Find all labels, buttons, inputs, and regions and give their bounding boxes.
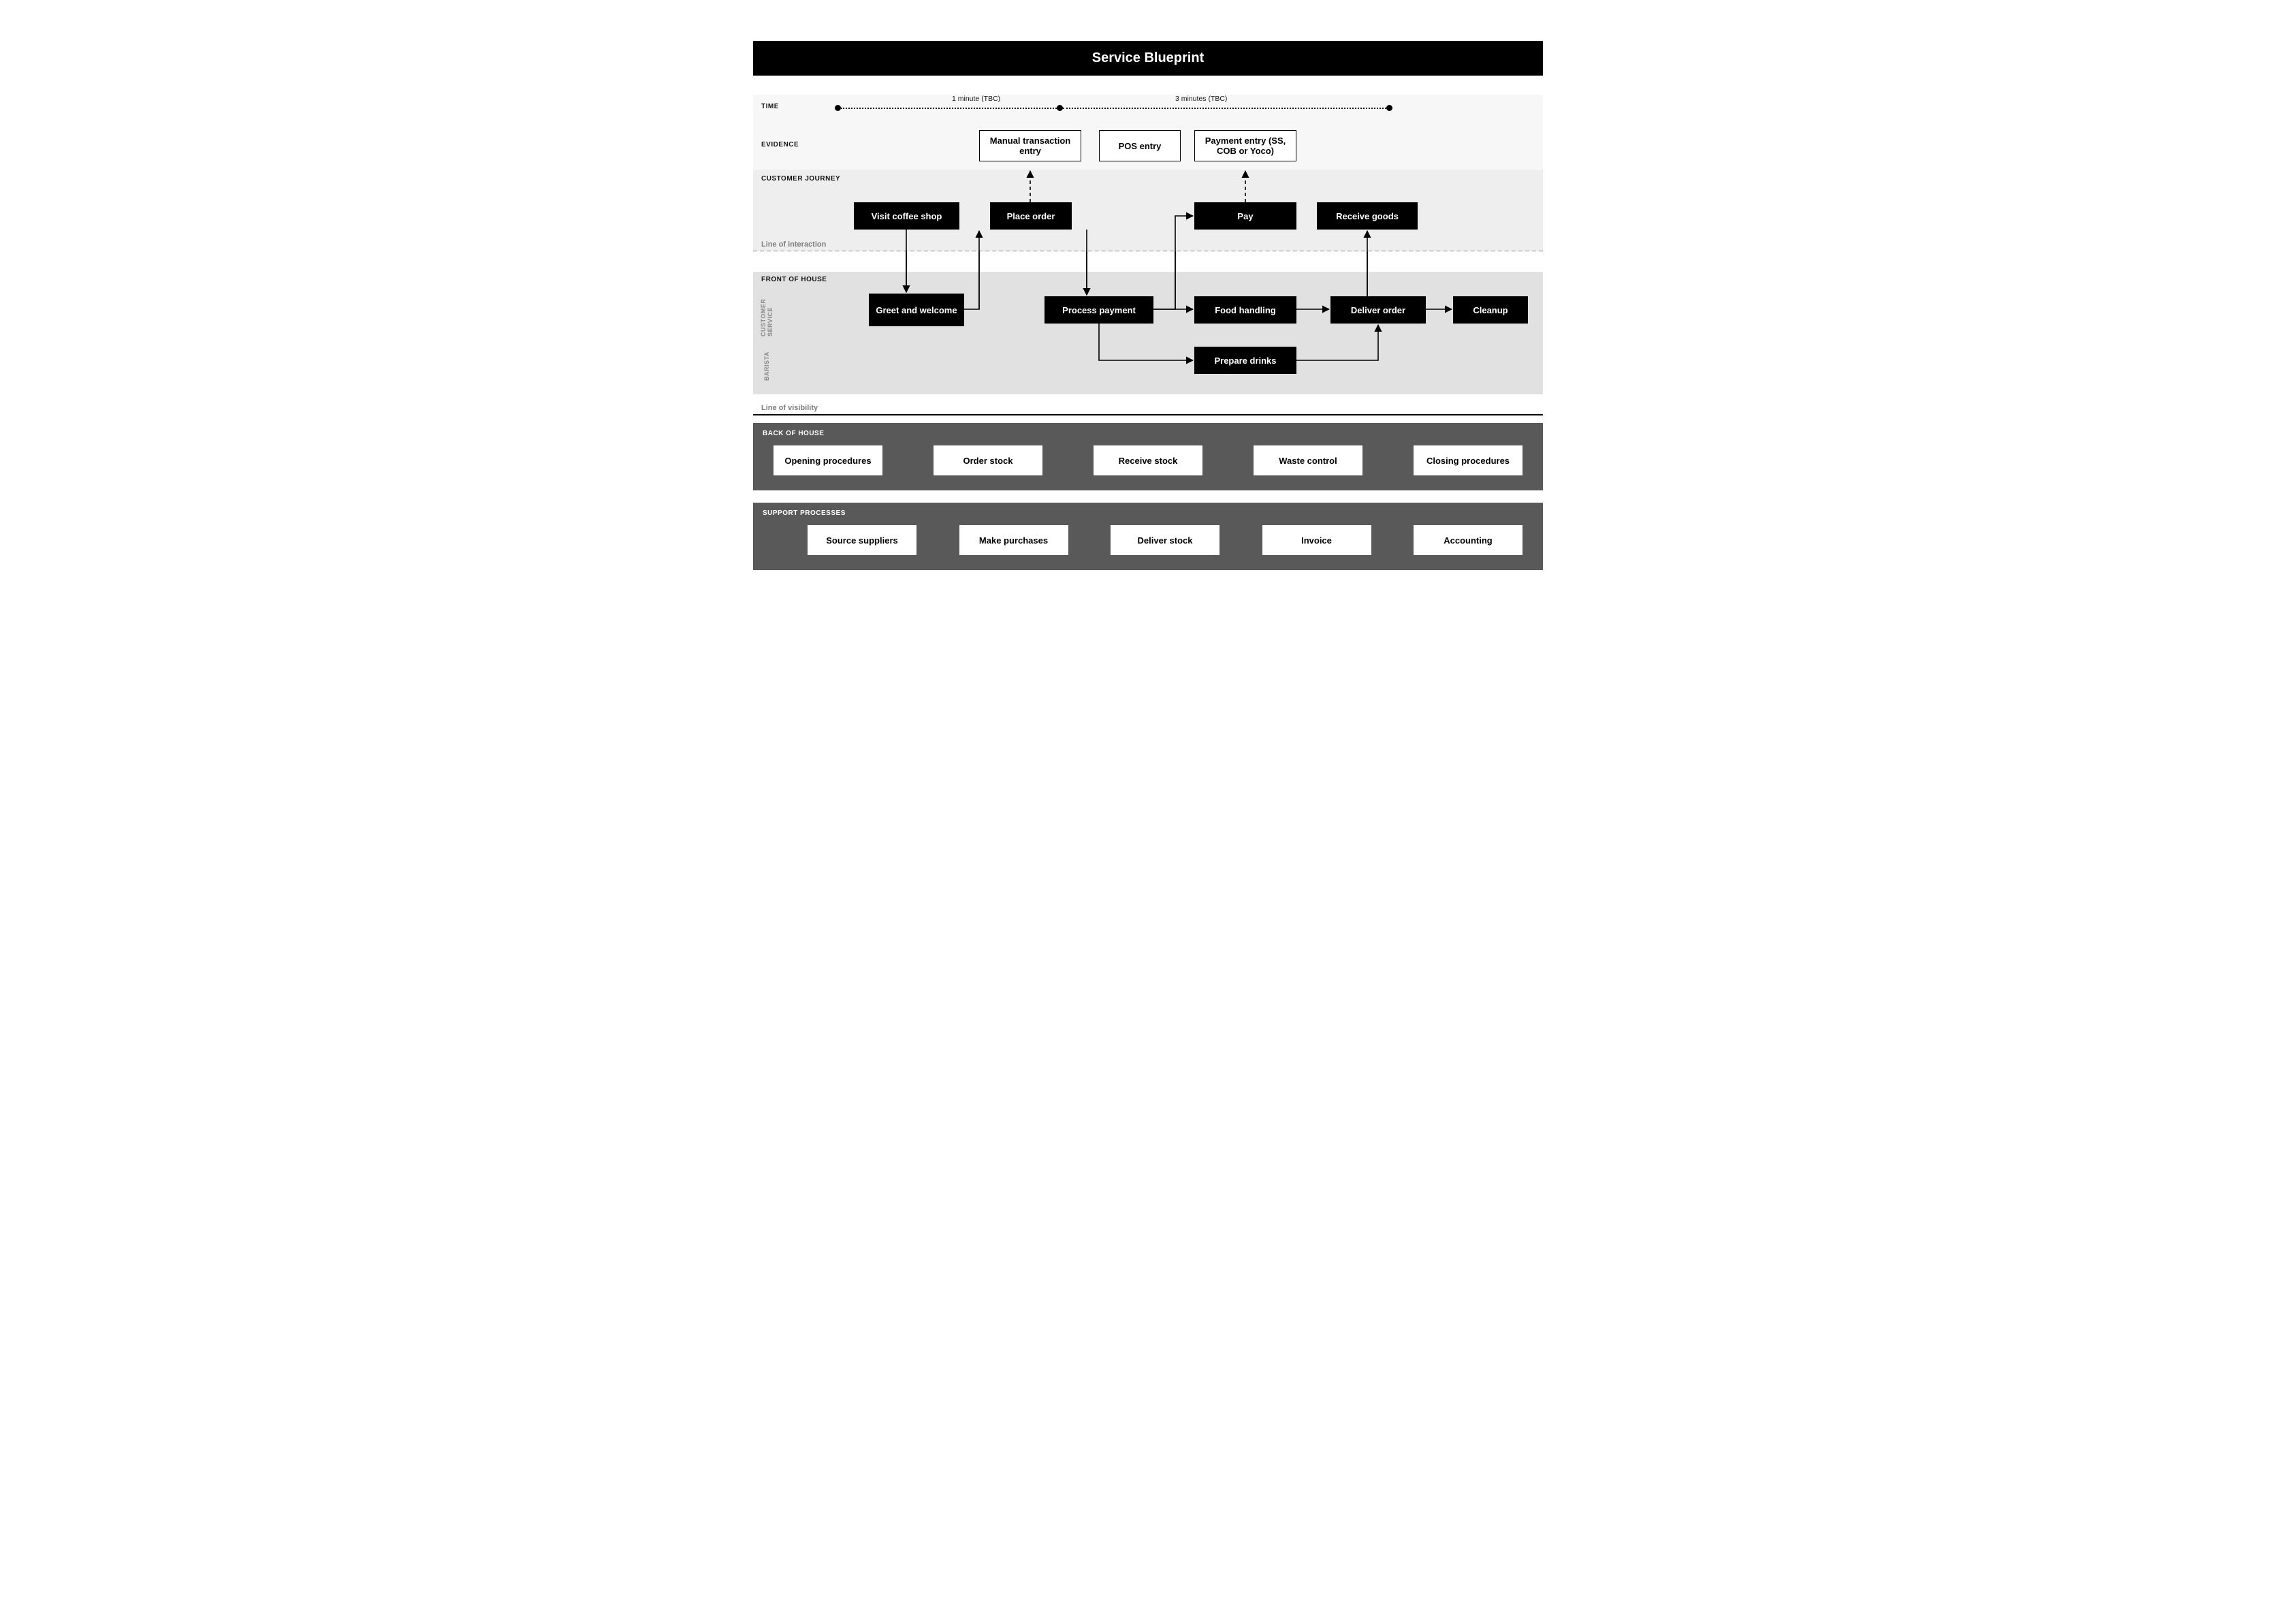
lane-label-time: TIME [761,103,779,110]
time-track-2 [1063,108,1386,109]
evidence-manual: Manual transaction entry [979,130,1081,161]
support-deliver: Deliver stock [1111,525,1219,555]
sublabel-barista: BARISTA [763,351,770,381]
line-of-visibility-label: Line of visibility [761,404,818,412]
front-deliver: Deliver order [1330,296,1426,324]
support-invoice: Invoice [1262,525,1371,555]
blueprint-frame: Service Blueprint TIME 1 minute (TBC) 3 … [753,41,1543,570]
time-label-1: 1 minute (TBC) [952,95,1000,103]
lane-back-of-house: BACK OF HOUSE Opening procedures Order s… [753,423,1543,490]
front-process: Process payment [1045,296,1153,324]
journey-receive: Receive goods [1317,202,1418,230]
time-dot-end [1386,105,1392,111]
time-label-2: 3 minutes (TBC) [1175,95,1227,103]
time-dot-start [835,105,841,111]
lane-front-of-house: FRONT OF HOUSE CUSTOMER SERVICE BARISTA … [753,272,1543,394]
support-accounting: Accounting [1414,525,1522,555]
support-make: Make purchases [959,525,1068,555]
evidence-pos: POS entry [1099,130,1181,161]
back-waste-control: Waste control [1254,445,1362,475]
diagram-title: Service Blueprint [753,41,1543,76]
lane-label-journey: CUSTOMER JOURNEY [761,175,840,183]
support-source: Source suppliers [808,525,916,555]
lane-label-front: FRONT OF HOUSE [761,276,827,283]
back-closing: Closing procedures [1414,445,1522,475]
lane-time: TIME 1 minute (TBC) 3 minutes (TBC) [753,95,1543,122]
journey-pay: Pay [1194,202,1296,230]
journey-visit: Visit coffee shop [854,202,959,230]
back-opening: Opening procedures [774,445,882,475]
front-greet: Greet and welcome [869,294,964,326]
line-of-visibility [753,414,1543,415]
front-food: Food handling [1194,296,1296,324]
interaction-gap [753,251,1543,272]
front-cleanup: Cleanup [1453,296,1528,324]
lane-customer-journey: CUSTOMER JOURNEY Visit coffee shop Place… [753,170,1543,251]
line-of-interaction-label: Line of interaction [761,240,826,249]
front-prepare: Prepare drinks [1194,347,1296,374]
lane-label-back: BACK OF HOUSE [753,423,1543,437]
back-order-stock: Order stock [934,445,1042,475]
lane-support-processes: SUPPORT PROCESSES Source suppliers Make … [753,503,1543,570]
time-track-1 [841,108,1057,109]
journey-place: Place order [990,202,1072,230]
time-dot-mid [1057,105,1063,111]
lane-label-evidence: EVIDENCE [761,141,799,148]
lane-label-support: SUPPORT PROCESSES [753,503,1543,517]
lane-evidence: EVIDENCE Manual transaction entry POS en… [753,122,1543,170]
sublabel-customer-service: CUSTOMER SERVICE [760,299,774,336]
evidence-payment: Payment entry (SS, COB or Yoco) [1194,130,1296,161]
visibility-gap: Line of visibility [753,394,1543,415]
back-receive-stock: Receive stock [1094,445,1202,475]
